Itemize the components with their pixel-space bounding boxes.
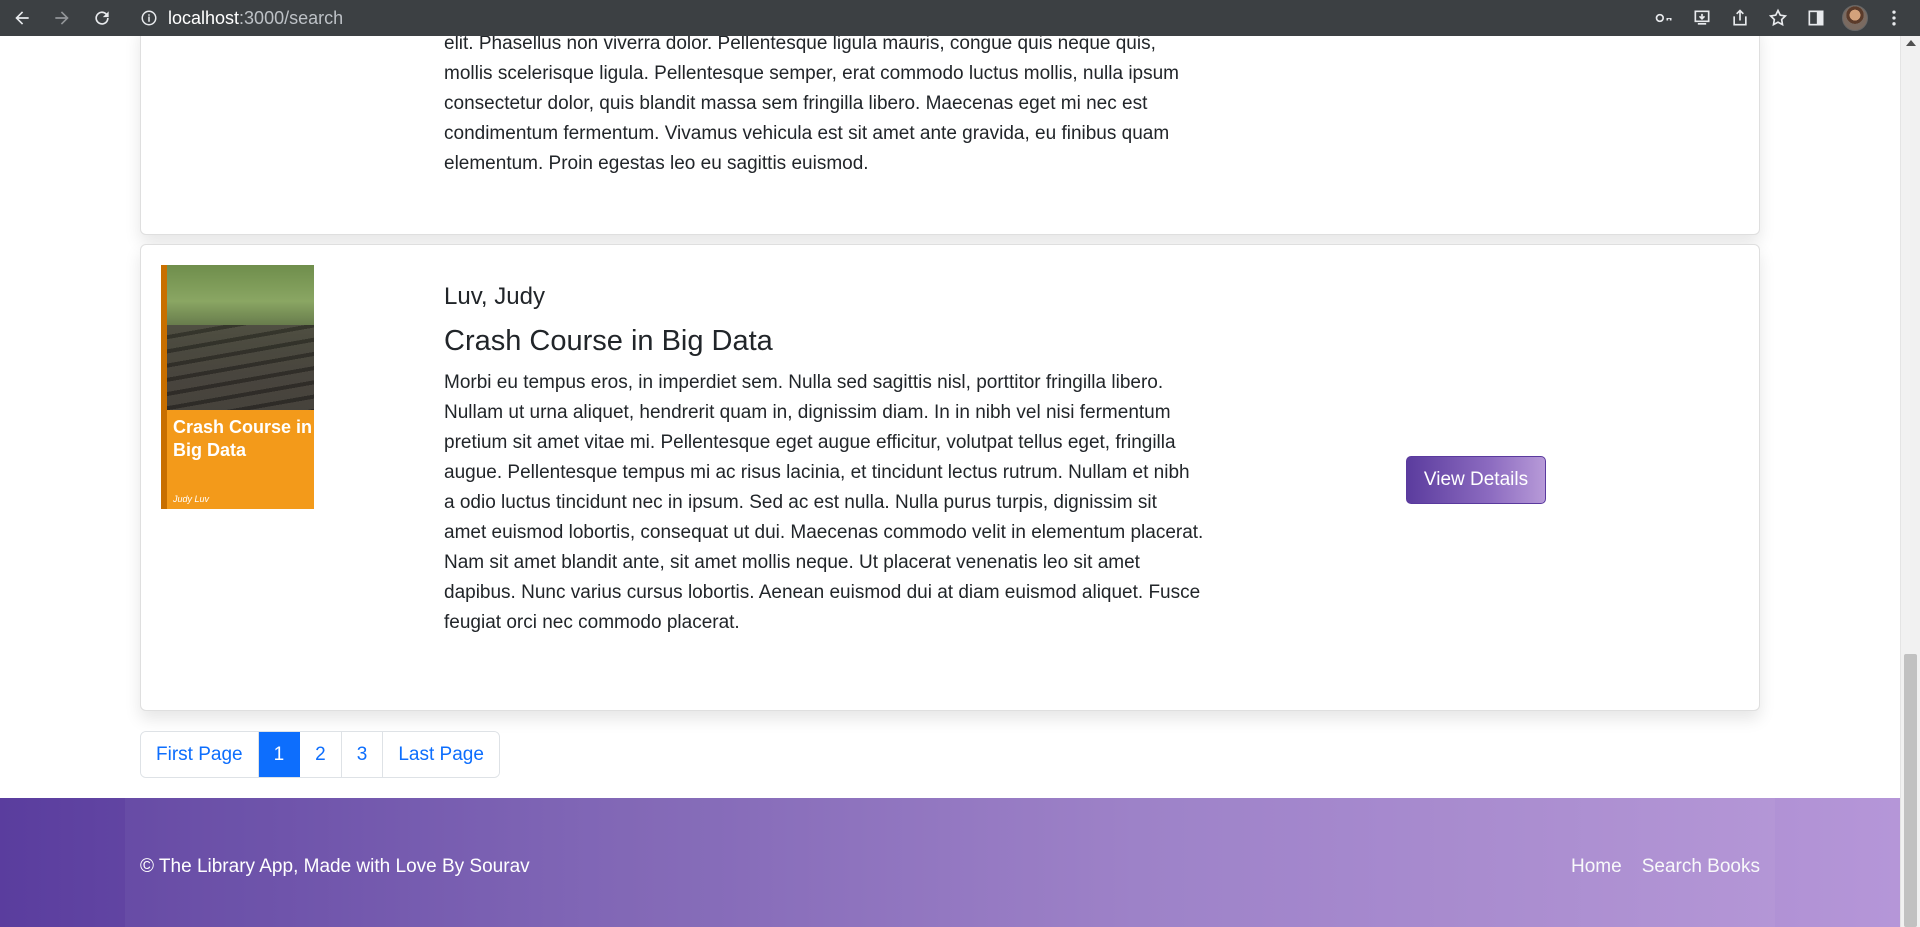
book-cover-image: Crash Course in Big Data Judy Luv bbox=[161, 265, 314, 509]
footer: © The Library App, Made with Love By Sou… bbox=[0, 798, 1900, 927]
cover-steps-graphic bbox=[167, 325, 314, 410]
page-link-2[interactable]: 2 bbox=[300, 732, 342, 777]
back-button[interactable] bbox=[4, 0, 40, 36]
reload-icon bbox=[95, 11, 109, 25]
install-app-button[interactable] bbox=[1690, 6, 1714, 30]
info-icon bbox=[141, 10, 157, 26]
arrow-right-icon bbox=[55, 11, 69, 25]
url-host: localhost bbox=[168, 7, 240, 28]
book-description: Morbi eu tempus eros, in imperdiet sem. … bbox=[444, 372, 1204, 633]
result-card: Crash Course in Big Data Judy Luv Luv, J… bbox=[140, 244, 1760, 711]
bookmark-button[interactable] bbox=[1766, 6, 1790, 30]
cover-title: Crash Course in Big Data bbox=[173, 417, 313, 460]
book-title: Crash Course in Big Data bbox=[444, 325, 773, 357]
reload-button[interactable] bbox=[84, 0, 120, 36]
password-key-button[interactable] bbox=[1652, 6, 1676, 30]
arrow-left-icon bbox=[15, 11, 29, 25]
footer-link-home[interactable]: Home bbox=[1571, 856, 1622, 878]
book-description: elit. Phasellus non viverra dolor. Pelle… bbox=[444, 36, 1179, 174]
profile-avatar[interactable] bbox=[1842, 5, 1868, 31]
browser-toolbar: localhost:3000/search bbox=[0, 0, 1920, 36]
book-author: Luv, Judy bbox=[444, 283, 545, 310]
footer-copyright: © The Library App, Made with Love By Sou… bbox=[140, 856, 530, 877]
browser-menu-button[interactable] bbox=[1882, 6, 1906, 30]
download-icon bbox=[1694, 10, 1710, 25]
scroll-up-arrow-icon[interactable] bbox=[1906, 40, 1916, 46]
scrollbar-thumb[interactable] bbox=[1904, 654, 1917, 927]
address-bar[interactable]: localhost:3000/search bbox=[140, 0, 343, 36]
pagination: First Page 1 2 3 Last Page bbox=[140, 731, 500, 778]
footer-link-search-books[interactable]: Search Books bbox=[1642, 856, 1760, 878]
last-page-link[interactable]: Last Page bbox=[383, 732, 499, 777]
cover-author: Judy Luv bbox=[173, 494, 210, 504]
page-link-1[interactable]: 1 bbox=[258, 732, 301, 777]
page-viewport: elit. Phasellus non viverra dolor. Pelle… bbox=[0, 36, 1900, 927]
page-link-3[interactable]: 3 bbox=[341, 732, 384, 777]
more-vert-icon bbox=[1892, 10, 1896, 26]
key-icon bbox=[1655, 13, 1672, 23]
result-card: elit. Phasellus non viverra dolor. Pelle… bbox=[140, 36, 1760, 235]
side-panel-icon bbox=[1808, 10, 1824, 26]
share-icon bbox=[1733, 9, 1747, 26]
view-details-button[interactable]: View Details bbox=[1406, 456, 1546, 504]
first-page-link[interactable]: First Page bbox=[141, 732, 259, 777]
share-button[interactable] bbox=[1728, 6, 1752, 30]
star-icon bbox=[1768, 8, 1788, 27]
vertical-scrollbar[interactable] bbox=[1900, 36, 1920, 927]
footer-nav: Home Search Books bbox=[1571, 856, 1760, 878]
forward-button[interactable] bbox=[44, 0, 80, 36]
side-panel-button[interactable] bbox=[1804, 6, 1828, 30]
url-path: :3000/search bbox=[239, 7, 344, 28]
